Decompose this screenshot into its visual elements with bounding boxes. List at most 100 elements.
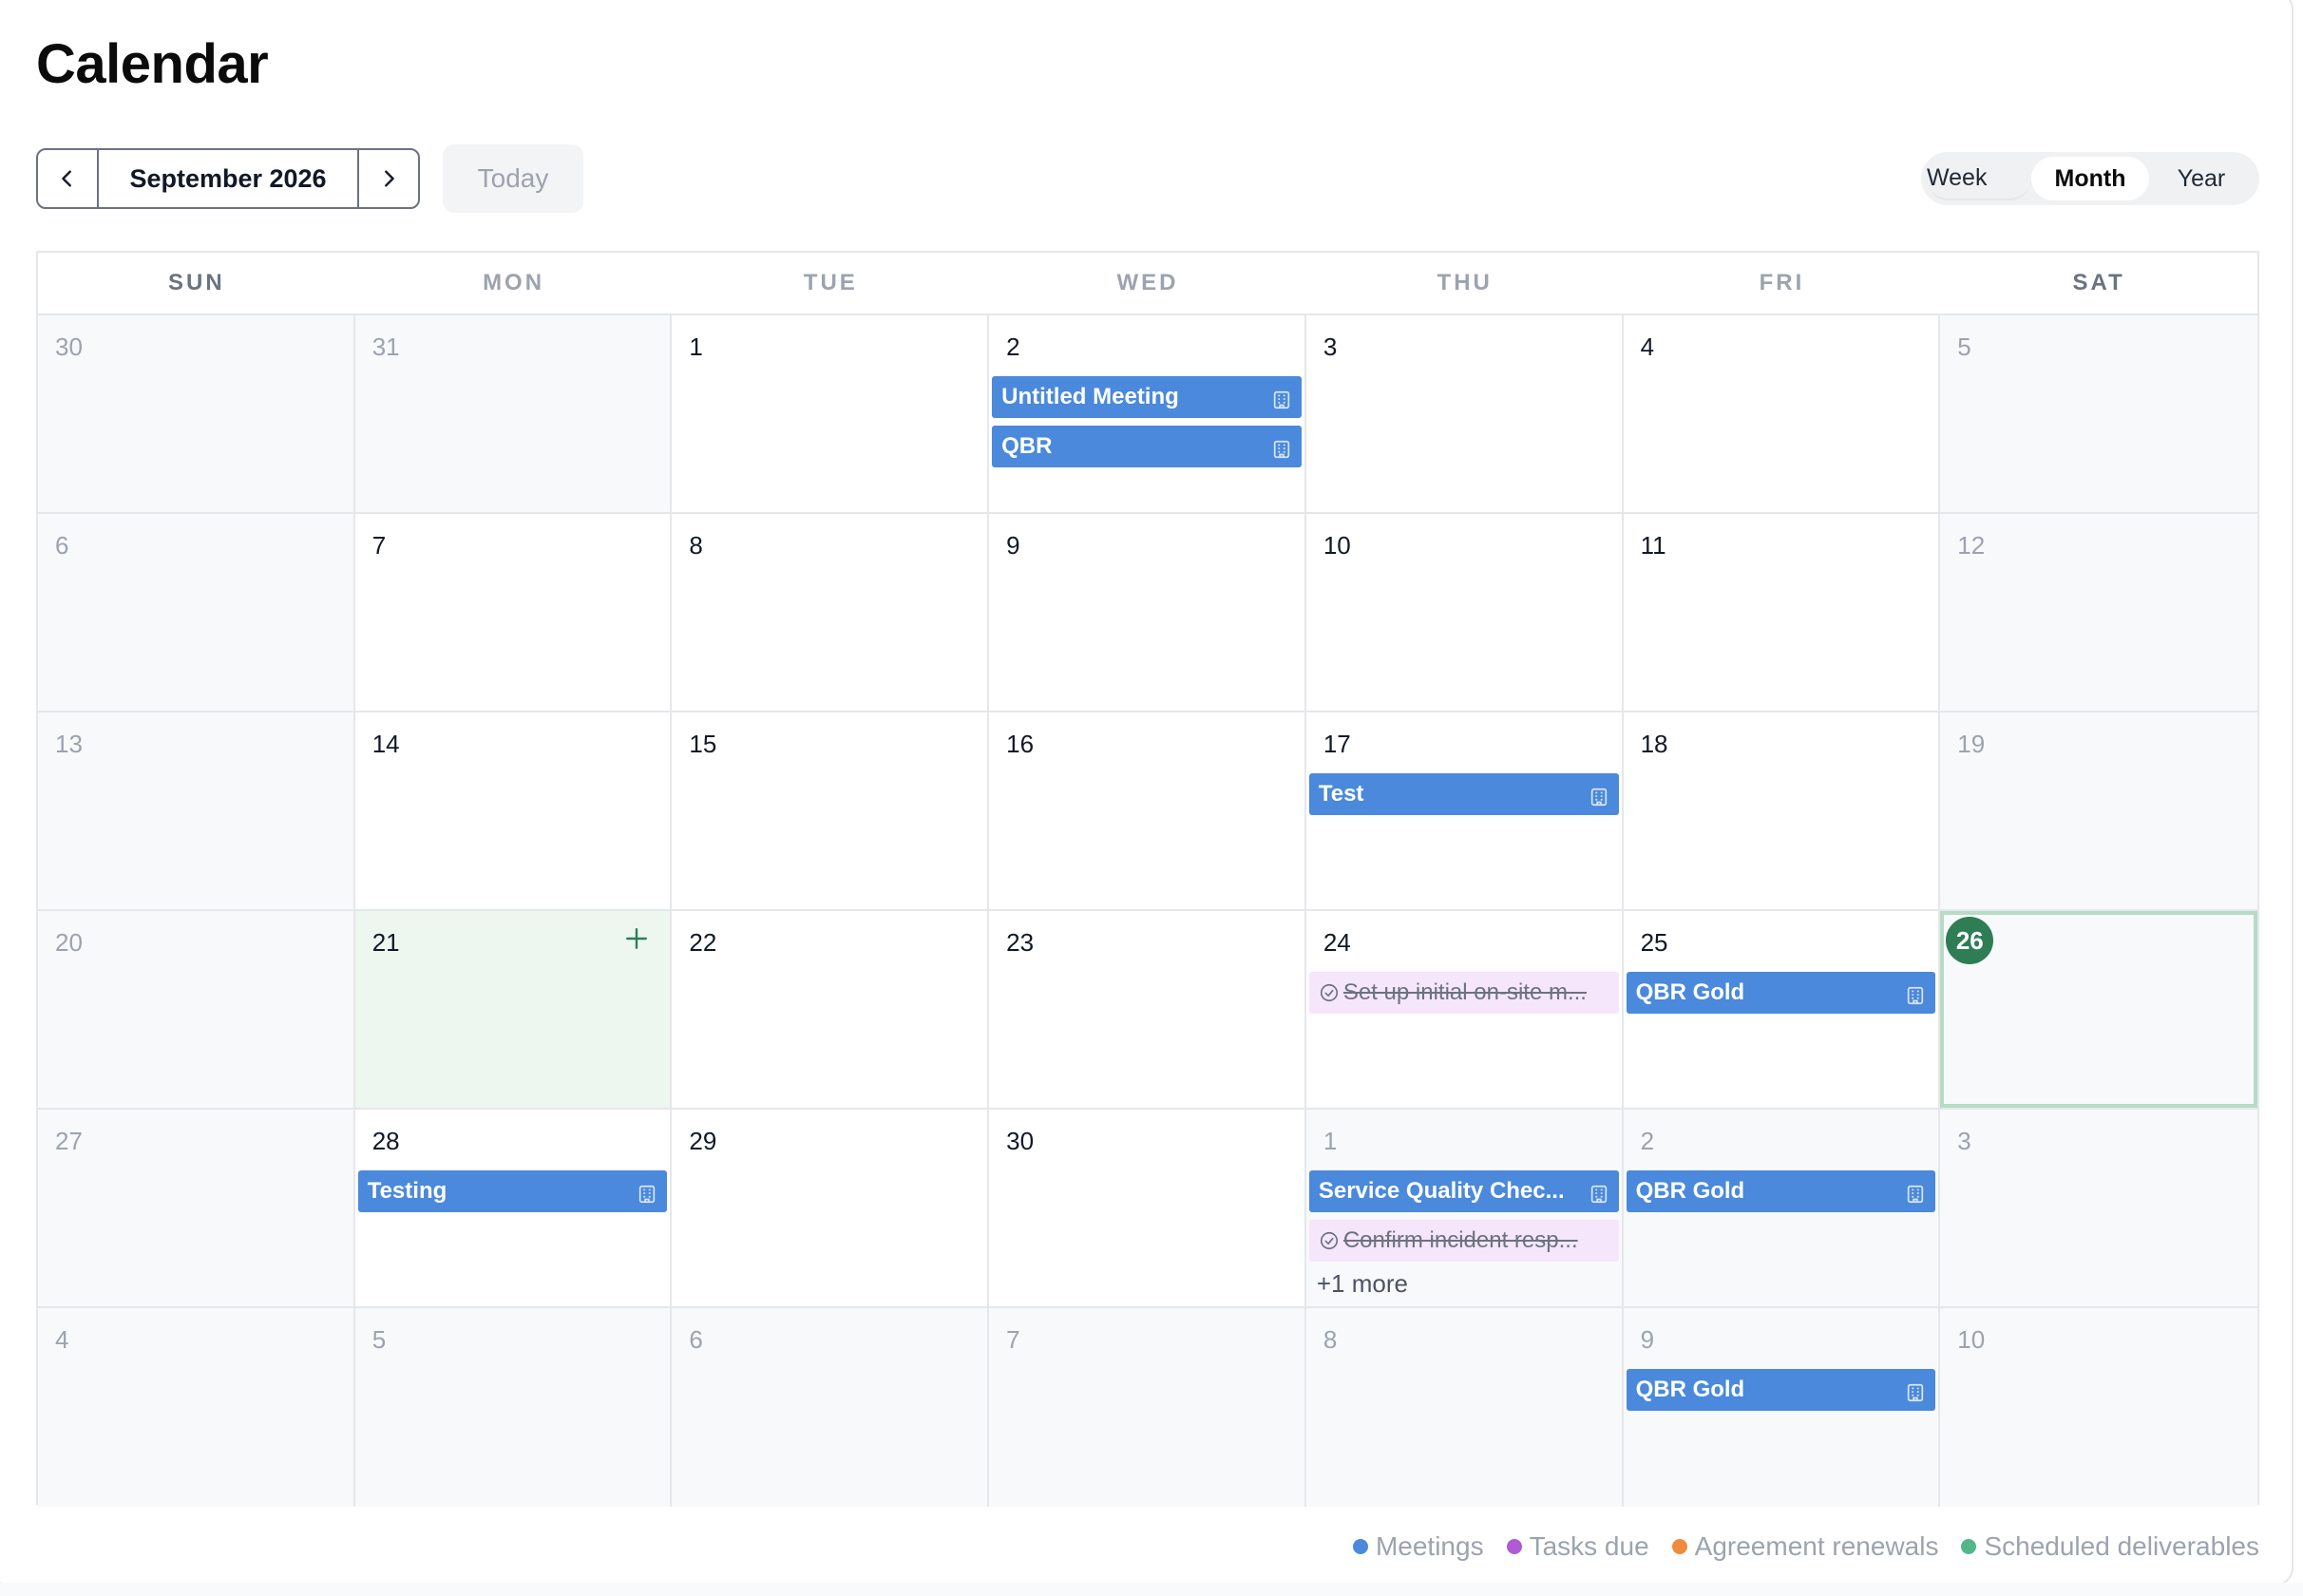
month-navigation: September 2026 xyxy=(36,148,420,209)
view-year-button[interactable]: Year xyxy=(2149,157,2254,200)
event-title: Testing xyxy=(367,1178,447,1204)
calendar-day[interactable]: 27 xyxy=(38,1110,355,1306)
meeting-event[interactable]: Untitled Meeting xyxy=(992,376,1302,418)
calendar-day[interactable]: 15 xyxy=(672,712,990,909)
calendar-day[interactable]: 3 xyxy=(1940,1110,2257,1306)
add-event-plus-icon[interactable] xyxy=(624,926,649,951)
calendar-day[interactable]: 18 xyxy=(1623,712,1941,909)
calendar-day[interactable]: 9 xyxy=(989,514,1306,711)
calendar-day[interactable]: 19 xyxy=(1940,712,2257,909)
day-number: 22 xyxy=(689,928,717,957)
calendar-day[interactable]: 12 xyxy=(1940,514,2257,711)
day-number: 25 xyxy=(1640,928,1668,957)
meeting-event[interactable]: QBR Gold xyxy=(1626,1369,1936,1411)
event-title: QBR Gold xyxy=(1635,1178,1745,1204)
day-number: 2 xyxy=(1640,1127,1655,1155)
meeting-event[interactable]: Service Quality Chec... xyxy=(1308,1170,1619,1212)
meeting-event[interactable]: QBR Gold xyxy=(1626,1170,1936,1212)
calendar-day[interactable]: 31 xyxy=(354,315,673,512)
event-title: Service Quality Chec... xyxy=(1318,1178,1565,1204)
view-month-button[interactable]: Month xyxy=(2031,157,2149,200)
calendar-day[interactable]: 22 xyxy=(672,911,990,1108)
calendar-day[interactable]: 5 xyxy=(354,1308,673,1507)
calendar-day[interactable]: 25 QBR Gold xyxy=(1623,911,1941,1108)
calendar-day[interactable]: 13 xyxy=(38,712,355,909)
calendar-day[interactable]: 7 xyxy=(989,1308,1306,1507)
event-title: QBR Gold xyxy=(1635,1377,1745,1402)
calendar-day[interactable]: 8 xyxy=(1305,1308,1624,1507)
more-events-link[interactable]: +1 more xyxy=(1309,1269,1619,1298)
day-number: 8 xyxy=(689,531,703,560)
day-number: 20 xyxy=(55,928,83,957)
calendar-day[interactable]: 4 xyxy=(1623,315,1941,512)
day-number: 1 xyxy=(689,332,703,361)
task-event[interactable]: Confirm incident resp... xyxy=(1308,1220,1619,1262)
day-number: 3 xyxy=(1957,1127,1971,1155)
day-number: 12 xyxy=(1957,531,1986,560)
day-number: 4 xyxy=(1640,332,1655,361)
calendar-day[interactable]: 10 xyxy=(1305,514,1624,711)
calendar-day[interactable]: 28 Testing xyxy=(354,1110,673,1306)
calendar-day[interactable]: 6 xyxy=(38,514,355,711)
calendar-day[interactable]: 11 xyxy=(1623,514,1941,711)
calendar-day[interactable]: 6 xyxy=(672,1308,990,1507)
meeting-event[interactable]: QBR xyxy=(992,426,1302,467)
calendar-day[interactable]: 23 xyxy=(989,911,1306,1108)
calendar-day[interactable]: 8 xyxy=(672,514,990,711)
calendar-day[interactable]: 2 QBR Gold xyxy=(1623,1110,1941,1306)
calendar-day[interactable]: 10 xyxy=(1940,1308,2257,1507)
calendar-week-row: 4 5 6 7 8 9 QBR Gold 10 xyxy=(38,1308,2257,1507)
calendar-day[interactable]: 14 xyxy=(354,712,673,909)
calendar-day[interactable]: 16 xyxy=(989,712,1306,909)
meeting-event[interactable]: Testing xyxy=(357,1170,668,1212)
calendar-day[interactable]: 3 xyxy=(1305,315,1624,512)
page-bottom-strip xyxy=(0,1583,2303,1596)
calendar-day[interactable]: 20 xyxy=(38,911,355,1108)
day-events: Untitled Meeting QBR xyxy=(992,376,1302,467)
current-period-label[interactable]: September 2026 xyxy=(97,150,359,207)
weekday-tue: TUE xyxy=(803,270,858,295)
calendar-day[interactable]: 17 Test xyxy=(1305,712,1624,909)
chevron-left-icon xyxy=(62,170,71,187)
calendar-day-today[interactable]: 26 xyxy=(1940,911,2257,1108)
task-event[interactable]: Set up initial on-site m... xyxy=(1308,972,1619,1014)
day-number: 1 xyxy=(1323,1127,1338,1155)
building-icon xyxy=(1908,1185,1924,1204)
building-icon xyxy=(1590,788,1607,807)
today-button[interactable]: Today xyxy=(443,144,583,213)
calendar-day[interactable]: 29 xyxy=(672,1110,990,1306)
meeting-event[interactable]: Test xyxy=(1308,773,1619,815)
meeting-event[interactable]: QBR Gold xyxy=(1626,972,1936,1014)
legend-tasks: Tasks due xyxy=(1506,1531,1649,1562)
day-events: Test xyxy=(1308,773,1619,815)
chevron-right-icon xyxy=(385,170,394,187)
view-week-button[interactable]: Week xyxy=(1927,157,2031,200)
day-number: 21 xyxy=(371,928,400,957)
day-number: 5 xyxy=(1957,332,1971,361)
check-circle-icon xyxy=(1320,983,1338,1002)
day-number: 3 xyxy=(1323,332,1338,361)
weekday-wed: WED xyxy=(1116,270,1179,295)
deliverables-dot-icon xyxy=(1961,1539,1977,1554)
next-month-button[interactable] xyxy=(359,150,418,207)
event-title: Confirm incident resp... xyxy=(1342,1227,1578,1253)
calendar-day[interactable]: 7 xyxy=(354,514,673,711)
calendar-day[interactable]: 30 xyxy=(38,315,355,512)
calendar-week-row: 20 21 22 23 24 Set up initial on-site m... 25 Q… xyxy=(38,911,2257,1110)
day-number: 7 xyxy=(371,531,387,560)
legend-label: Tasks due xyxy=(1529,1531,1649,1561)
calendar-day[interactable]: 30 xyxy=(989,1110,1306,1306)
previous-month-button[interactable] xyxy=(38,150,97,207)
calendar-day[interactable]: 1 xyxy=(672,315,990,512)
calendar-day[interactable]: 2 Untitled Meeting QBR xyxy=(989,315,1306,512)
legend-deliverables: Scheduled deliverables xyxy=(1961,1531,2259,1562)
calendar-day[interactable]: 24 Set up initial on-site m... xyxy=(1305,911,1624,1108)
day-events: Service Quality Chec... Confirm incident … xyxy=(1308,1170,1619,1298)
building-icon xyxy=(639,1185,656,1204)
calendar-day[interactable]: 4 xyxy=(38,1308,355,1507)
calendar-day[interactable]: 9 QBR Gold xyxy=(1623,1308,1941,1507)
calendar-day[interactable]: 5 xyxy=(1940,315,2257,512)
weekday-fri: FRI xyxy=(1759,270,1805,295)
calendar-day-selected[interactable]: 21 xyxy=(354,911,673,1108)
calendar-day[interactable]: 1 Service Quality Chec... Confirm incident… xyxy=(1305,1110,1624,1306)
